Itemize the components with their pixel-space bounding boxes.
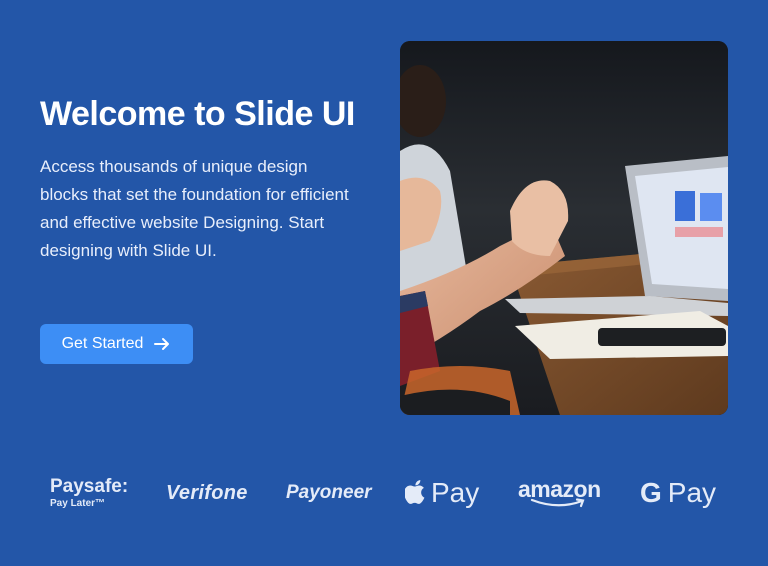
verifone-logo: Verifone <box>166 481 248 504</box>
amazon-wordmark: amazon <box>518 476 601 502</box>
arrow-right-icon <box>154 338 170 350</box>
paysafe-wordmark: Paysafe: <box>50 475 129 497</box>
google-pay-logo: G Pay <box>640 468 716 518</box>
apple-pay-logo: Pay <box>405 468 479 518</box>
team-meeting-photo <box>400 41 728 415</box>
apple-pay-wordmark: Pay <box>431 477 480 508</box>
apple-icon <box>405 480 425 504</box>
payoneer-logo: Payoneer <box>286 482 372 503</box>
google-g-icon: G <box>640 477 662 508</box>
paysafe-logo: Paysafe: Pay Later™ <box>50 468 128 518</box>
amazon-smile-icon <box>530 498 585 508</box>
amazon-logo: amazon <box>518 468 601 518</box>
google-pay-wordmark: Pay <box>667 477 717 508</box>
hero-description: Access thousands of unique design blocks… <box>40 157 349 260</box>
photo-illustration <box>400 41 728 415</box>
page-title: Welcome to Slide UI <box>40 95 355 133</box>
get-started-button[interactable]: Get Started <box>40 324 193 364</box>
paysafe-tagline: Pay Later™ <box>50 497 106 509</box>
partner-logos: Paysafe: Pay Later™ Verifone Payoneer Pa… <box>0 468 768 518</box>
get-started-label: Get Started <box>61 335 144 352</box>
